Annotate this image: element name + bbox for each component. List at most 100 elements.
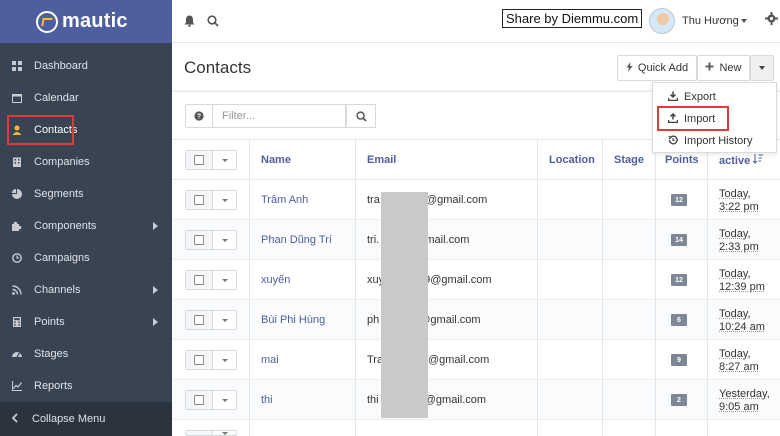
chevron-down-icon[interactable] [213, 431, 236, 435]
search-icon[interactable] [206, 14, 220, 28]
table-row[interactable]: Phan Dũng Trí tri. gmail.com 14 Today, 2:3… [172, 220, 780, 260]
row-checkbox[interactable] [186, 431, 213, 435]
sidebar-item-calendar[interactable]: Calendar [0, 82, 172, 114]
row-checkbox[interactable] [186, 191, 213, 209]
import-history-menu-item[interactable]: Import History [653, 130, 777, 152]
brand-name: mautic [62, 10, 128, 32]
table-row[interactable]: Trâm Anh tra 4@gmail.com 12 Today, 3:22 pm [172, 180, 780, 220]
contact-name-link[interactable]: Phan Dũng Trí [261, 234, 332, 246]
building-icon [11, 157, 22, 168]
contact-name-link[interactable]: mai [261, 354, 279, 366]
avatar[interactable] [649, 8, 675, 34]
column-header-stage[interactable]: Stage [614, 154, 644, 166]
last-active-value: Today, 3:22 pm [719, 188, 759, 213]
collapse-menu-button[interactable]: Collapse Menu [0, 402, 172, 436]
table-row[interactable]: mai Tra ll@gmail.com 9 Today, 8:27 am [172, 340, 780, 380]
mautic-logo-icon [36, 10, 58, 33]
last-active-value: Today, 12:39 pm [719, 268, 765, 293]
chevron-down-icon[interactable] [213, 271, 236, 289]
chevron-down-icon[interactable] [213, 311, 236, 329]
column-header-location[interactable]: Location [549, 154, 595, 166]
user-name[interactable]: Thu Hương [682, 15, 739, 27]
row-checkbox-group[interactable] [185, 430, 237, 436]
rss-icon [11, 285, 22, 296]
column-header-email[interactable]: Email [367, 154, 396, 166]
sidebar-item-label: Campaigns [34, 252, 90, 264]
logo-bar[interactable]: mautic [0, 0, 172, 43]
contact-name-link[interactable]: xuyến [261, 274, 290, 286]
question-icon[interactable]: ? [185, 104, 213, 128]
contact-name-link[interactable]: thi [261, 394, 273, 406]
row-checkbox-group[interactable] [185, 390, 237, 410]
new-button[interactable]: New [697, 55, 750, 81]
sidebar-item-points[interactable]: Points [0, 306, 172, 338]
last-active-value: Yesterday, 9:05 am [719, 388, 770, 413]
search-icon [355, 110, 367, 122]
row-checkbox-group[interactable] [185, 190, 237, 210]
redaction-block [381, 192, 428, 418]
sidebar-item-label: Stages [34, 348, 69, 360]
filter-input[interactable] [213, 104, 346, 128]
contact-name-link[interactable]: Trâm Anh [261, 194, 308, 206]
row-checkbox-group[interactable] [185, 310, 237, 330]
topbar: Share by Diemmu.com Thu Hương [172, 0, 780, 43]
chevron-left-icon [11, 412, 18, 426]
sidebar-item-stages[interactable]: Stages [0, 338, 172, 370]
points-badge: 9 [671, 354, 687, 366]
table-row-partial[interactable] [172, 420, 780, 436]
row-checkbox[interactable] [186, 271, 213, 289]
table-row[interactable]: xuyến xuy 9@gmail.com 12 Today, 12:39 pm [172, 260, 780, 300]
sidebar-item-segments[interactable]: Segments [0, 178, 172, 210]
contact-name-link[interactable]: Bùi Phi Hùng [261, 314, 325, 326]
page-title: Contacts [184, 58, 252, 77]
gear-icon[interactable] [765, 12, 778, 28]
sidebar-item-companies[interactable]: Companies [0, 146, 172, 178]
sidebar-item-reports[interactable]: Reports [0, 370, 172, 402]
last-active-value: Today, 8:27 am [719, 348, 759, 373]
sidebar-item-channels[interactable]: Channels [0, 274, 172, 306]
points-badge: 12 [671, 274, 687, 286]
row-checkbox[interactable] [186, 311, 213, 329]
table-row[interactable]: Bùi Phi Hùng ph @gmail.com 6 Today, 10:24 … [172, 300, 780, 340]
column-header-points[interactable]: Points [665, 154, 699, 166]
sidebar-item-dashboard[interactable]: Dashboard [0, 50, 172, 82]
search-button[interactable] [346, 104, 376, 128]
bell-icon[interactable] [182, 14, 196, 28]
line-chart-icon [11, 381, 22, 392]
sidebar-item-components[interactable]: Components [0, 210, 172, 242]
calculator-icon [11, 317, 22, 328]
more-actions-dropdown-toggle[interactable] [750, 55, 774, 81]
chevron-right-icon [153, 286, 158, 294]
points-badge: 14 [671, 234, 687, 246]
chevron-down-icon[interactable] [213, 191, 236, 209]
row-checkbox[interactable] [186, 231, 213, 249]
chevron-down-icon[interactable] [213, 391, 236, 409]
row-checkbox-group[interactable] [185, 350, 237, 370]
sort-desc-icon [752, 154, 764, 164]
row-checkbox[interactable] [186, 351, 213, 369]
chevron-right-icon [153, 318, 158, 326]
row-checkbox-group[interactable] [185, 230, 237, 250]
tachometer-icon [11, 349, 22, 360]
sidebar-item-label: Points [34, 316, 65, 328]
sidebar: mautic Dashboard Calendar Contacts Compa… [0, 0, 172, 436]
chevron-down-icon[interactable] [213, 231, 236, 249]
chevron-down-icon[interactable] [741, 19, 747, 23]
import-history-label: Import History [684, 135, 753, 147]
column-header-name[interactable]: Name [261, 154, 291, 166]
chevron-down-icon[interactable] [213, 151, 236, 169]
sidebar-item-campaigns[interactable]: Campaigns [0, 242, 172, 274]
chevron-right-icon [153, 222, 158, 230]
sidebar-item-label: Components [34, 220, 97, 232]
column-header-last-active[interactable]: active [719, 154, 764, 168]
quick-add-button[interactable]: Quick Add [617, 55, 697, 81]
points-badge: 6 [671, 314, 687, 326]
row-checkbox[interactable] [186, 391, 213, 409]
watermark-text: Share by Diemmu.com [502, 9, 643, 28]
table-row[interactable]: thi thi 1@gmail.com 2 Yesterday, 9:05 am [172, 380, 780, 420]
row-checkbox-group[interactable] [185, 270, 237, 290]
select-all-checkbox-group[interactable] [185, 150, 237, 170]
select-all-checkbox[interactable] [186, 151, 213, 169]
export-menu-item[interactable]: Export [653, 86, 777, 108]
chevron-down-icon[interactable] [213, 351, 236, 369]
